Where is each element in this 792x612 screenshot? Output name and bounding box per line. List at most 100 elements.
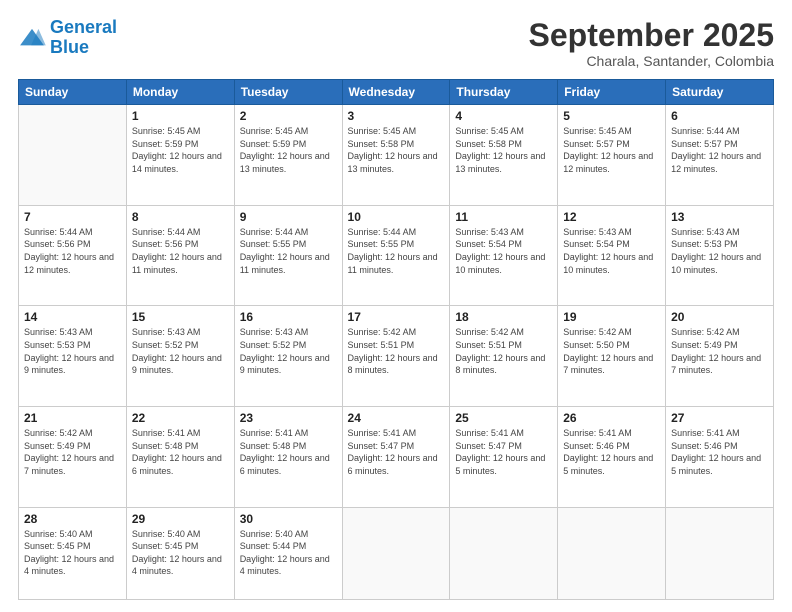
day-info: Sunrise: 5:41 AM Sunset: 5:47 PM Dayligh…: [455, 427, 552, 477]
table-row: 3 Sunrise: 5:45 AM Sunset: 5:58 PM Daylig…: [342, 105, 450, 206]
day-info: Sunrise: 5:42 AM Sunset: 5:51 PM Dayligh…: [455, 326, 552, 376]
table-row: 4Sunrise: 5:45 AM Sunset: 5:58 PM Daylig…: [450, 105, 558, 206]
table-row: 26 Sunrise: 5:41 AM Sunset: 5:46 PM Dayli…: [558, 406, 666, 507]
day-info: Sunrise: 5:43 AM Sunset: 5:54 PM Dayligh…: [563, 226, 660, 276]
day-info: Sunrise: 5:40 AM Sunset: 5:45 PM Dayligh…: [132, 528, 229, 578]
location-subtitle: Charala, Santander, Colombia: [529, 53, 774, 69]
day-info: Sunrise: 5:44 AM Sunset: 5:57 PM Dayligh…: [671, 125, 768, 175]
day-info: Sunrise: 5:41 AM Sunset: 5:46 PM Dayligh…: [671, 427, 768, 477]
table-row: 12 Sunrise: 5:43 AM Sunset: 5:54 PM Dayli…: [558, 205, 666, 306]
day-number: 2: [240, 109, 337, 123]
day-number: 5: [563, 109, 660, 123]
day-number: 25: [455, 411, 552, 425]
header-row: Sunday Monday Tuesday Wednesday Thursday…: [19, 80, 774, 105]
col-sunday: Sunday: [19, 80, 127, 105]
day-info: Sunrise: 5:44 AM Sunset: 5:55 PM Dayligh…: [348, 226, 445, 276]
day-number: 20: [671, 310, 768, 324]
day-number: 17: [348, 310, 445, 324]
day-info: Sunrise: 5:45 AM Sunset: 5:59 PM Dayligh…: [132, 125, 229, 175]
table-row: [558, 507, 666, 600]
table-row: 25 Sunrise: 5:41 AM Sunset: 5:47 PM Dayli…: [450, 406, 558, 507]
day-number: 7: [24, 210, 121, 224]
table-row: 22Sunrise: 5:41 AM Sunset: 5:48 PM Dayli…: [126, 406, 234, 507]
day-info: Sunrise: 5:42 AM Sunset: 5:49 PM Dayligh…: [24, 427, 121, 477]
day-number: 3: [348, 109, 445, 123]
day-number: 8: [132, 210, 229, 224]
table-row: 27 Sunrise: 5:41 AM Sunset: 5:46 PM Dayli…: [666, 406, 774, 507]
table-row: 7 Sunrise: 5:44 AM Sunset: 5:56 PM Daylig…: [19, 205, 127, 306]
calendar-table: Sunday Monday Tuesday Wednesday Thursday…: [18, 79, 774, 600]
logo-line2: Blue: [50, 37, 89, 57]
day-number: 18: [455, 310, 552, 324]
logo-icon: [18, 27, 46, 49]
day-number: 27: [671, 411, 768, 425]
day-number: 15: [132, 310, 229, 324]
day-info: Sunrise: 5:40 AM Sunset: 5:44 PM Dayligh…: [240, 528, 337, 578]
table-row: 18 Sunrise: 5:42 AM Sunset: 5:51 PM Dayli…: [450, 306, 558, 407]
day-info: Sunrise: 5:41 AM Sunset: 5:47 PM Dayligh…: [348, 427, 445, 477]
col-wednesday: Wednesday: [342, 80, 450, 105]
day-info: Sunrise: 5:45 AM Sunset: 5:58 PM Dayligh…: [348, 125, 445, 175]
day-number: 28: [24, 512, 121, 526]
table-row: [342, 507, 450, 600]
day-info: Sunrise: 5:44 AM Sunset: 5:56 PM Dayligh…: [24, 226, 121, 276]
table-row: 17 Sunrise: 5:42 AM Sunset: 5:51 PM Dayli…: [342, 306, 450, 407]
day-number: 1: [132, 109, 229, 123]
logo-text: General Blue: [50, 18, 117, 58]
month-title: September 2025: [529, 18, 774, 53]
logo: General Blue: [18, 18, 117, 58]
day-number: 4: [455, 109, 552, 123]
day-number: 23: [240, 411, 337, 425]
title-block: September 2025 Charala, Santander, Colom…: [529, 18, 774, 69]
day-info: Sunrise: 5:40 AM Sunset: 5:45 PM Dayligh…: [24, 528, 121, 578]
day-number: 26: [563, 411, 660, 425]
day-info: Sunrise: 5:43 AM Sunset: 5:53 PM Dayligh…: [24, 326, 121, 376]
col-thursday: Thursday: [450, 80, 558, 105]
day-number: 29: [132, 512, 229, 526]
page: General Blue September 2025 Charala, San…: [0, 0, 792, 612]
day-number: 9: [240, 210, 337, 224]
table-row: 1 Sunrise: 5:45 AM Sunset: 5:59 PM Daylig…: [126, 105, 234, 206]
day-info: Sunrise: 5:45 AM Sunset: 5:59 PM Dayligh…: [240, 125, 337, 175]
col-friday: Friday: [558, 80, 666, 105]
table-row: 2 Sunrise: 5:45 AM Sunset: 5:59 PM Daylig…: [234, 105, 342, 206]
table-row: 9 Sunrise: 5:44 AM Sunset: 5:55 PM Daylig…: [234, 205, 342, 306]
day-number: 6: [671, 109, 768, 123]
day-info: Sunrise: 5:42 AM Sunset: 5:50 PM Dayligh…: [563, 326, 660, 376]
table-row: 5Sunrise: 5:45 AM Sunset: 5:57 PM Daylig…: [558, 105, 666, 206]
table-row: [450, 507, 558, 600]
day-number: 30: [240, 512, 337, 526]
day-info: Sunrise: 5:44 AM Sunset: 5:56 PM Dayligh…: [132, 226, 229, 276]
logo-line1: General: [50, 17, 117, 37]
table-row: [19, 105, 127, 206]
day-info: Sunrise: 5:41 AM Sunset: 5:46 PM Dayligh…: [563, 427, 660, 477]
table-row: 11 Sunrise: 5:43 AM Sunset: 5:54 PM Dayli…: [450, 205, 558, 306]
table-row: 28 Sunrise: 5:40 AM Sunset: 5:45 PM Dayli…: [19, 507, 127, 600]
table-row: 6 Sunrise: 5:44 AM Sunset: 5:57 PM Daylig…: [666, 105, 774, 206]
col-tuesday: Tuesday: [234, 80, 342, 105]
day-number: 11: [455, 210, 552, 224]
table-row: 19 Sunrise: 5:42 AM Sunset: 5:50 PM Dayli…: [558, 306, 666, 407]
table-row: 13Sunrise: 5:43 AM Sunset: 5:53 PM Dayli…: [666, 205, 774, 306]
day-number: 21: [24, 411, 121, 425]
table-row: 30 Sunrise: 5:40 AM Sunset: 5:44 PM Dayli…: [234, 507, 342, 600]
table-row: 20 Sunrise: 5:42 AM Sunset: 5:49 PM Dayli…: [666, 306, 774, 407]
day-info: Sunrise: 5:44 AM Sunset: 5:55 PM Dayligh…: [240, 226, 337, 276]
col-monday: Monday: [126, 80, 234, 105]
day-info: Sunrise: 5:43 AM Sunset: 5:54 PM Dayligh…: [455, 226, 552, 276]
day-number: 19: [563, 310, 660, 324]
day-info: Sunrise: 5:43 AM Sunset: 5:52 PM Dayligh…: [240, 326, 337, 376]
table-row: 21 Sunrise: 5:42 AM Sunset: 5:49 PM Dayli…: [19, 406, 127, 507]
day-number: 10: [348, 210, 445, 224]
table-row: [666, 507, 774, 600]
table-row: 16Sunrise: 5:43 AM Sunset: 5:52 PM Dayli…: [234, 306, 342, 407]
day-number: 24: [348, 411, 445, 425]
day-info: Sunrise: 5:42 AM Sunset: 5:49 PM Dayligh…: [671, 326, 768, 376]
day-number: 12: [563, 210, 660, 224]
day-number: 22: [132, 411, 229, 425]
table-row: 14Sunrise: 5:43 AM Sunset: 5:53 PM Dayli…: [19, 306, 127, 407]
header: General Blue September 2025 Charala, San…: [18, 18, 774, 69]
table-row: 29 Sunrise: 5:40 AM Sunset: 5:45 PM Dayli…: [126, 507, 234, 600]
day-info: Sunrise: 5:42 AM Sunset: 5:51 PM Dayligh…: [348, 326, 445, 376]
day-number: 13: [671, 210, 768, 224]
